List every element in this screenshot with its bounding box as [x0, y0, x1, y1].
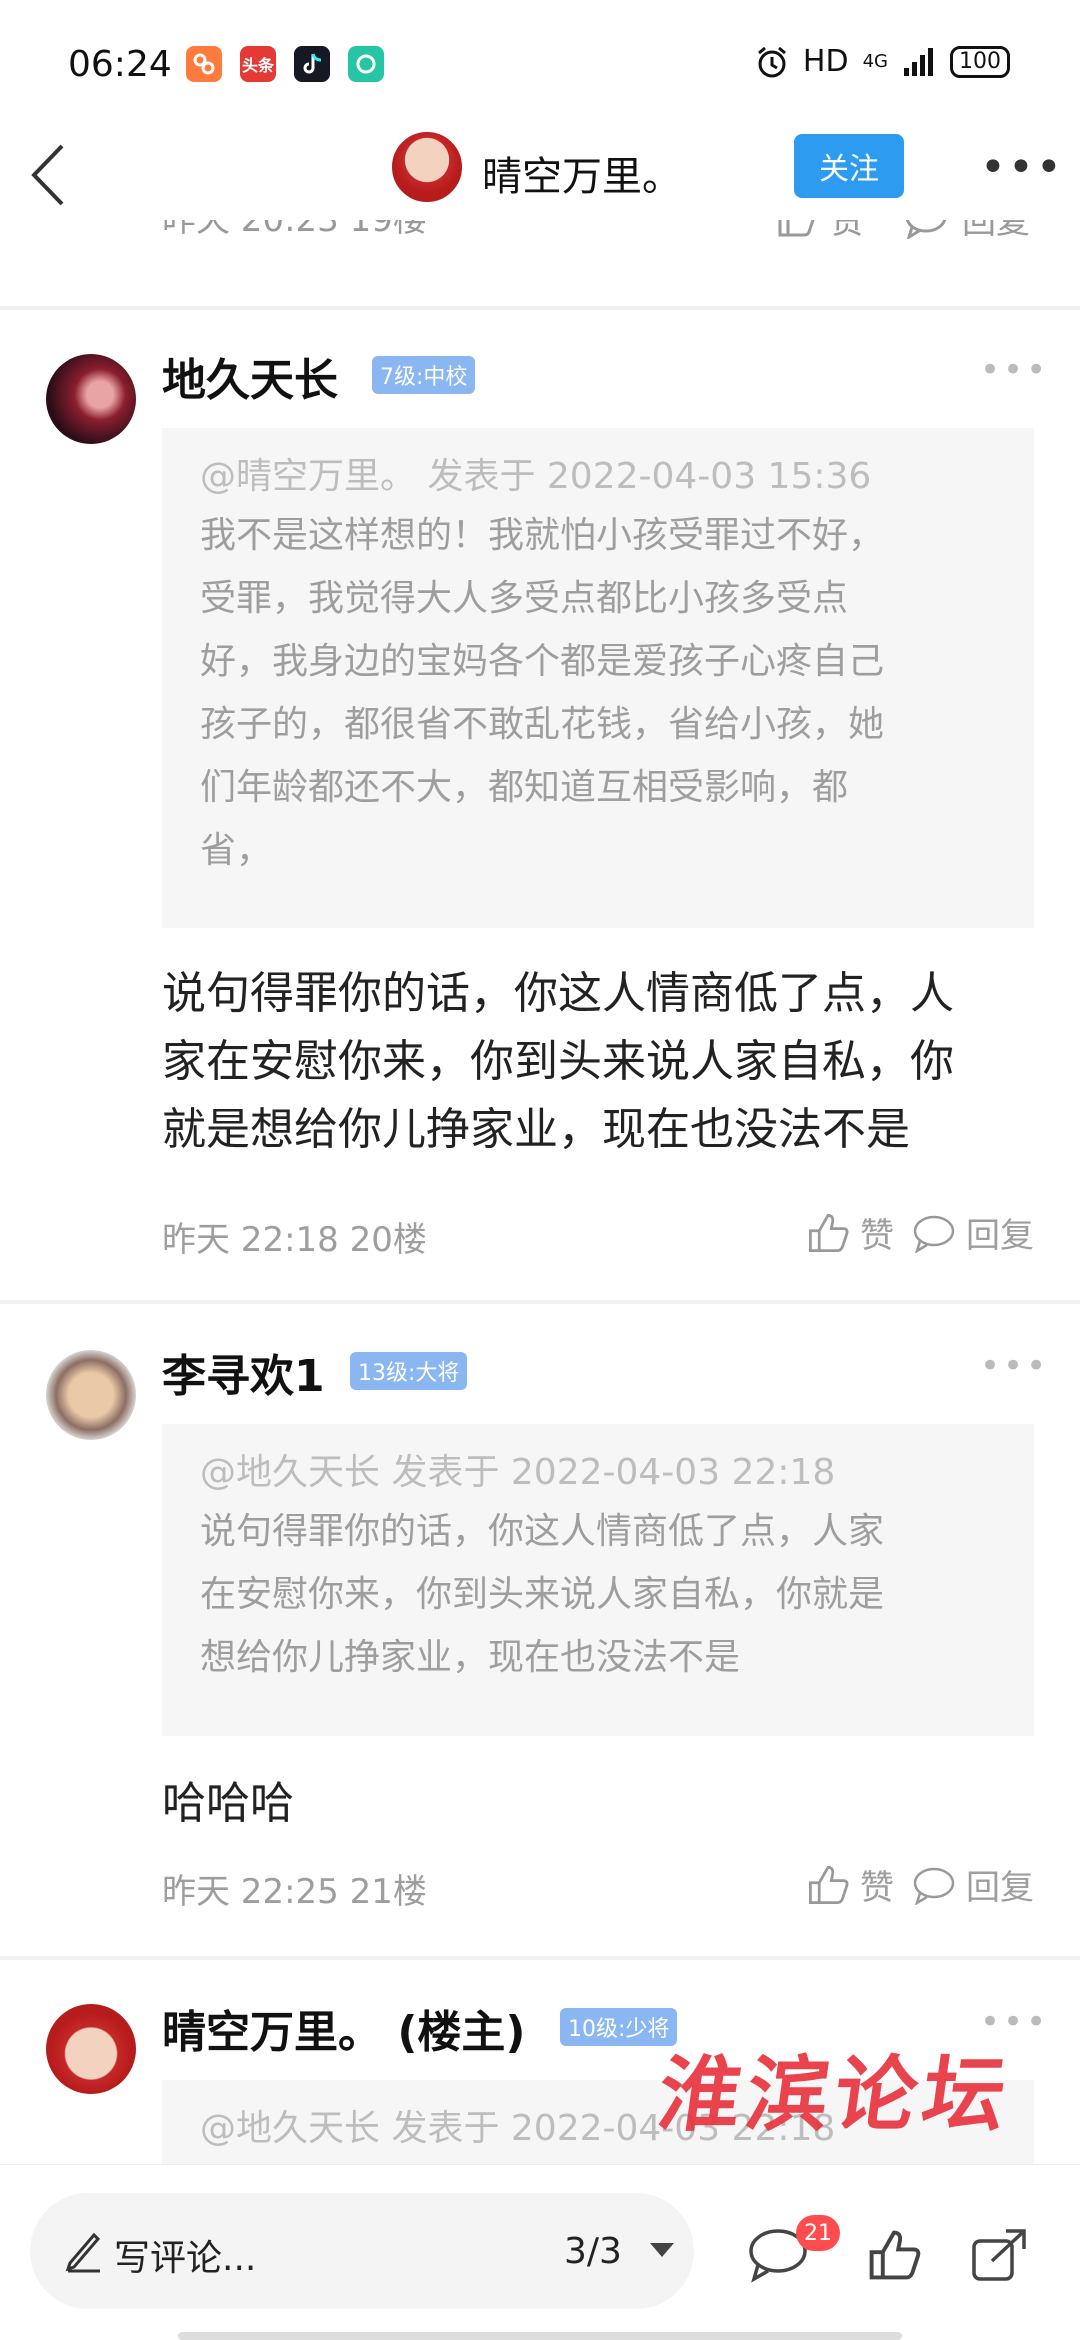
reply-label: 回复: [966, 1868, 1034, 1908]
watermark: 淮滨论坛: [652, 2047, 1018, 2143]
comment-input[interactable]: 写评论... 3/3: [30, 2193, 694, 2309]
quote-body: 我不是这样想的！我就怕小孩受罪过不好， 受罪，我觉得大人多受点都比小孩多受点 好…: [200, 504, 996, 882]
post-more-button[interactable]: •••: [980, 350, 1049, 390]
quote-line: 我不是这样想的！我就怕小孩受罪过不好，: [200, 515, 885, 556]
quote-line: 说句得罪你的话，你这人情商低了点，人家: [200, 1511, 885, 1552]
pen-icon: [65, 2232, 101, 2273]
reply-button[interactable]: 回复: [904, 220, 1030, 243]
post-meta: 昨天 20:23 19楼: [162, 220, 427, 240]
like-button[interactable]: 赞: [806, 1860, 894, 1909]
notification-app-icons: 头条: [186, 46, 384, 82]
app-icon-1: [186, 46, 222, 82]
post-actions: 赞 回复: [806, 1208, 1034, 1257]
username[interactable]: 李寻欢1: [162, 1340, 325, 1404]
alarm-icon: [757, 46, 786, 77]
username[interactable]: 地久天长: [162, 344, 338, 408]
avatar[interactable]: [46, 2004, 136, 2094]
back-button[interactable]: [28, 140, 78, 220]
caret-down-icon[interactable]: [650, 2243, 674, 2257]
level-badge: 10级:少将: [560, 2008, 678, 2046]
network-type: HD: [802, 44, 849, 79]
post-more-button[interactable]: •••: [980, 1346, 1049, 1386]
level-badge: 13级:大将: [350, 1352, 468, 1390]
app-icon-tiktok: [294, 46, 330, 82]
post-meta: 昨天 22:18 20楼: [162, 1220, 427, 1260]
reply-button[interactable]: 回复: [912, 1208, 1034, 1257]
comment-content: 哈哈哈: [162, 1770, 1042, 1838]
quote-line: 受罪，我觉得大人多受点都比小孩多受点: [200, 578, 849, 619]
status-bar: 06:24 头条 HD 4G 100: [0, 0, 1080, 130]
like-label: 赞: [860, 1216, 894, 1256]
post-actions: 赞 回复: [806, 1860, 1034, 1909]
reply-label: 回复: [962, 220, 1030, 242]
username[interactable]: 晴空万里。 (楼主): [162, 1996, 526, 2060]
comment-placeholder: 写评论...: [114, 2238, 257, 2279]
more-options-button[interactable]: •••: [980, 142, 1064, 193]
quote-line: 在安慰你来，你到头来说人家自私，你就是: [200, 1574, 885, 1615]
bottom-toolbar: 写评论... 3/3 21: [0, 2164, 1080, 2340]
app-icon-4: [348, 46, 384, 82]
avatar[interactable]: [46, 1350, 136, 1440]
author-avatar[interactable]: [390, 130, 464, 204]
status-indicators: HD 4G 100: [755, 44, 1010, 79]
quote-line: 想给你儿挣家业，现在也没法不是: [200, 1637, 741, 1678]
chevron-left-icon: [31, 144, 64, 206]
content-line: 说句得罪你的话，你这人情商低了点，人: [162, 968, 954, 1019]
signal-type: 4G: [862, 51, 888, 72]
comment-post: 地久天长 7级:中校 ••• @晴空万里。 发表于 2022-04-03 15:…: [0, 310, 1080, 1300]
home-indicator: [178, 2332, 902, 2340]
quoted-comment: @地久天长 发表于 2022-04-03 22:18 说句得罪你的话，你这人情商…: [162, 1424, 1034, 1736]
quote-line: 孩子的，都很省不敢乱花钱，省给小孩，她: [200, 704, 885, 745]
content-line: 就是想给你儿挣家业，现在也没法不是: [162, 1104, 910, 1155]
quote-line: 省，: [200, 830, 273, 871]
partial-post-footer: 昨天 20:23 19楼 赞 回复: [0, 220, 1080, 306]
like-button[interactable]: 赞: [806, 1208, 894, 1257]
thumbs-up-icon: [809, 1213, 849, 1252]
thumbs-up-icon: [809, 1865, 849, 1904]
comment-bubble-icon: [913, 1215, 955, 1253]
thumbs-up-icon: [778, 220, 815, 236]
status-time: 06:24: [68, 44, 172, 85]
content-line: 家在安慰你来，你到头来说人家自私，你: [162, 1036, 954, 1087]
quote-line: 们年龄都还不大，都知道互相受影响，都: [200, 767, 849, 808]
app-icon-toutiao-label: 头条: [241, 56, 274, 75]
like-label: 赞: [830, 220, 864, 242]
share-icon[interactable]: [970, 2227, 1028, 2283]
comment-count-badge: 21: [796, 2215, 840, 2251]
page-indicator[interactable]: 3/3: [564, 2231, 622, 2272]
comment-post: 李寻欢1 13级:大将 ••• @地久天长 发表于 2022-04-03 22:…: [0, 1304, 1080, 1956]
reply-label: 回复: [966, 1216, 1034, 1256]
quoted-comment: @晴空万里。 发表于 2022-04-03 15:36 我不是这样想的！我就怕小…: [162, 428, 1034, 928]
content-line: 哈哈哈: [162, 1778, 294, 1829]
comment-bubble-icon: [906, 220, 946, 239]
thumbs-up-icon[interactable]: [866, 2227, 922, 2283]
post-meta: 昨天 22:25 21楼: [162, 1872, 427, 1912]
comment-bubble-icon: [913, 1867, 955, 1905]
quote-header: @地久天长 发表于 2022-04-03 22:18: [200, 1452, 836, 1493]
level-badge: 7级:中校: [372, 356, 476, 394]
follow-button[interactable]: 关注: [794, 134, 904, 198]
app-icon-toutiao: 头条: [240, 46, 276, 82]
avatar[interactable]: [46, 354, 136, 444]
like-button[interactable]: 赞: [776, 220, 864, 243]
quote-body: 说句得罪你的话，你这人情商低了点，人家 在安慰你来，你到头来说人家自私，你就是 …: [200, 1500, 996, 1689]
reply-button[interactable]: 回复: [912, 1860, 1034, 1909]
comment-content: 说句得罪你的话，你这人情商低了点，人 家在安慰你来，你到头来说人家自私，你 就是…: [162, 960, 1042, 1164]
quote-header: @晴空万里。 发表于 2022-04-03 15:36: [200, 456, 872, 497]
battery-indicator: 100: [950, 45, 1010, 78]
like-label: 赞: [860, 1868, 894, 1908]
page-title: 晴空万里。: [482, 154, 682, 200]
signal-icon: [904, 47, 933, 76]
quote-line: 好，我身边的宝妈各个都是爱孩子心疼自己: [200, 641, 885, 682]
